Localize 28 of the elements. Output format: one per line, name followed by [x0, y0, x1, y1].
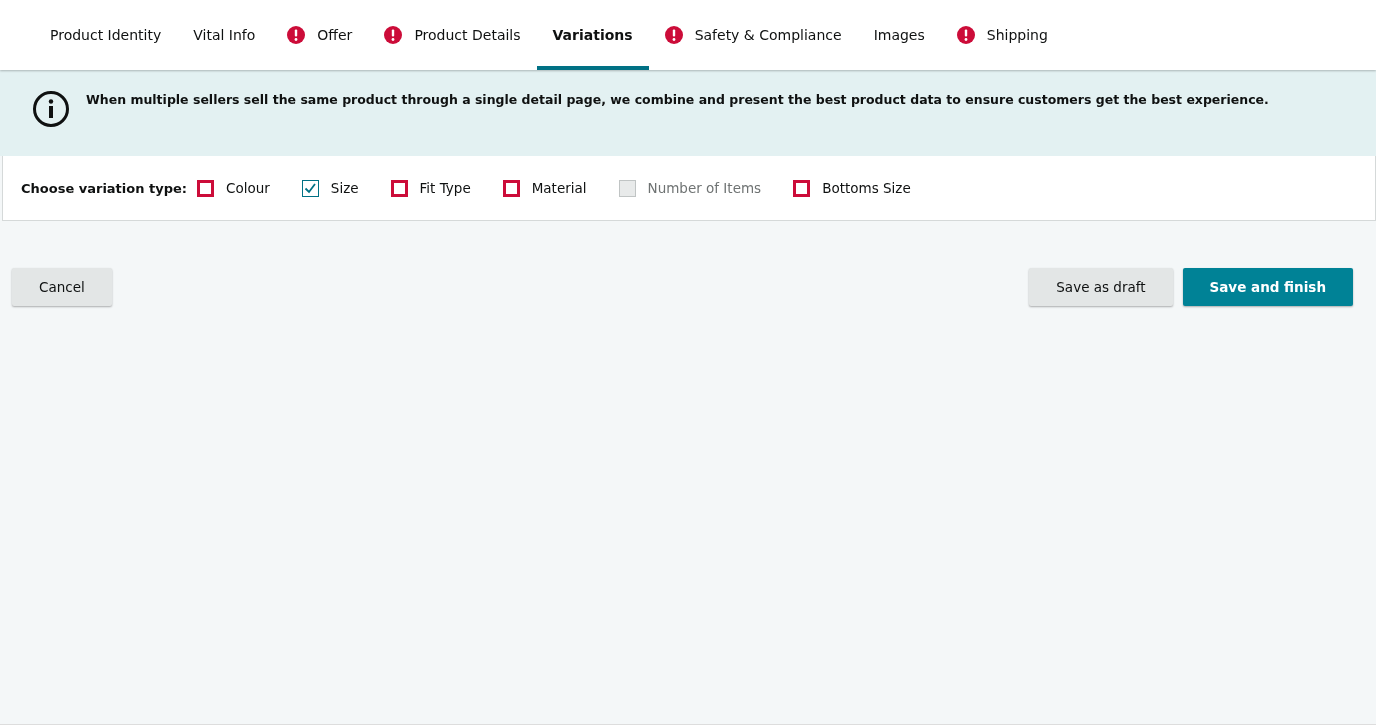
- alert-icon: [664, 26, 683, 44]
- cancel-button[interactable]: Cancel: [12, 268, 112, 306]
- checkbox[interactable]: [197, 179, 215, 197]
- tab[interactable]: Images: [857, 0, 941, 70]
- info-message: When multiple sellers sell the same product through a single detail page, we combine and present the best product data to ensure customers get the best experience.: [86, 92, 1269, 107]
- checkbox[interactable]: [502, 179, 520, 197]
- save-finish-button[interactable]: Save and finish: [1182, 268, 1353, 306]
- tab[interactable]: Safety & Compliance: [648, 0, 858, 70]
- tab[interactable]: Offer: [271, 0, 369, 70]
- alert-icon: [384, 26, 403, 44]
- checkbox-label: Bottoms Size: [822, 180, 911, 196]
- info-icon: [32, 90, 70, 128]
- save-draft-button[interactable]: Save as draft: [1029, 268, 1173, 306]
- checkbox[interactable]: [390, 179, 408, 197]
- checkbox[interactable]: [301, 179, 319, 197]
- checkbox-label: Number of Items: [647, 180, 762, 196]
- alert-icon: [287, 26, 306, 44]
- tab[interactable]: Shipping: [940, 0, 1064, 70]
- checkbox[interactable]: [793, 179, 811, 197]
- tab[interactable]: Product Identity: [34, 0, 178, 70]
- checkbox-label: Material: [531, 180, 587, 196]
- tab[interactable]: Vital Info: [177, 0, 272, 70]
- variation-label: Choose variation type:: [21, 180, 188, 196]
- checkbox-label: Colour: [226, 180, 270, 196]
- checkbox-label: Size: [330, 180, 359, 196]
- checkbox-label: Fit Type: [419, 180, 471, 196]
- tab[interactable]: Product Details: [368, 0, 537, 70]
- alert-icon: [956, 26, 975, 44]
